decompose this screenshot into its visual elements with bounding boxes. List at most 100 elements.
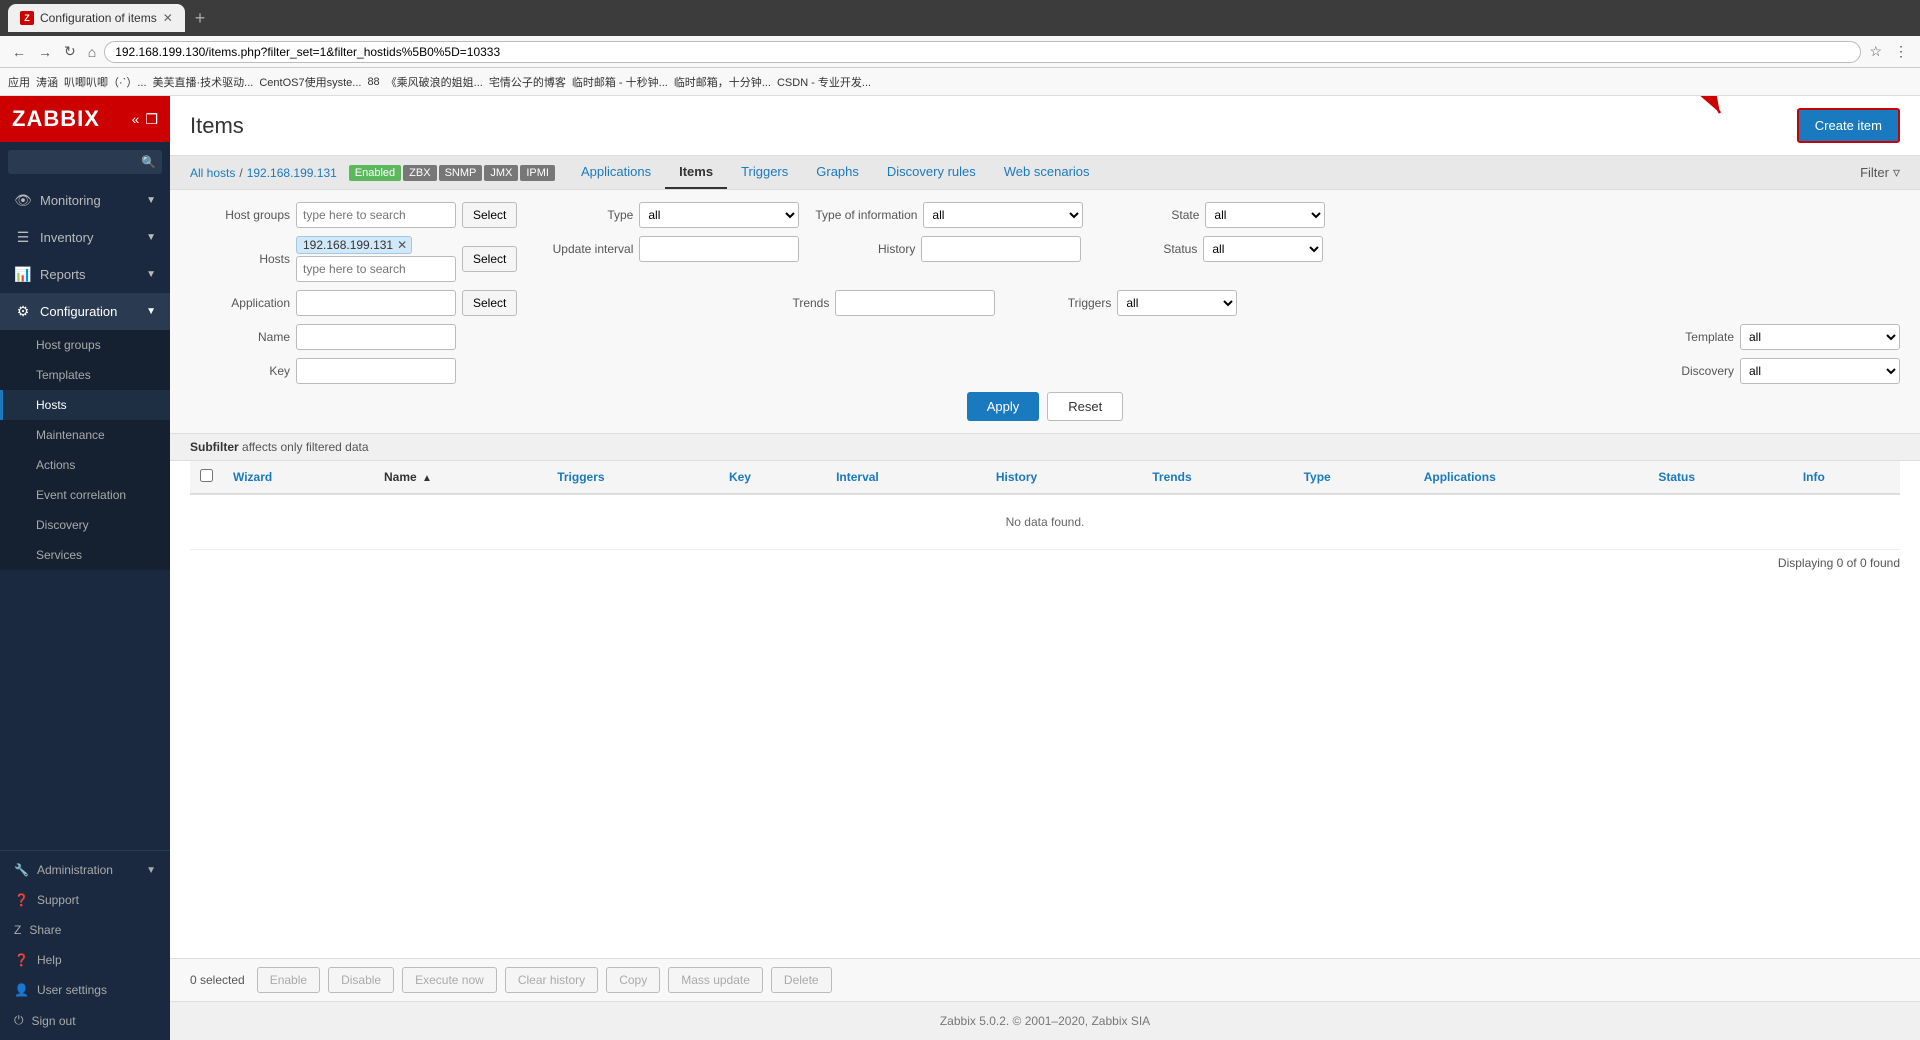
host-groups-select-button[interactable]: Select (462, 202, 517, 228)
sidebar-item-reports[interactable]: 📊 Reports ▼ (0, 256, 170, 293)
bookmark-button[interactable]: ☆ (1865, 41, 1886, 62)
name-input[interactable] (296, 324, 456, 350)
sidebar-search-input[interactable] (8, 150, 162, 174)
logo-text: ZABBIX (12, 106, 100, 132)
enable-button[interactable]: Enable (257, 967, 320, 993)
tab-triggers[interactable]: Triggers (727, 156, 802, 189)
sidebar-item-support[interactable]: ❓ Support (0, 885, 170, 915)
back-button[interactable]: ← (8, 42, 30, 62)
refresh-button[interactable]: ↻ (60, 41, 80, 62)
address-bar[interactable] (104, 41, 1861, 63)
bookmark-1[interactable]: 涛涵 (36, 74, 58, 90)
page-title: Items (190, 113, 244, 139)
copy-button[interactable]: Copy (606, 967, 660, 993)
configuration-icon: ⚙ (14, 303, 32, 320)
tab-discovery-rules[interactable]: Discovery rules (873, 156, 990, 189)
sidebar-item-configuration[interactable]: ⚙ Configuration ▼ (0, 293, 170, 330)
jmx-badge[interactable]: JMX (484, 165, 518, 181)
host-tag-remove[interactable]: ✕ (397, 238, 407, 252)
menu-button[interactable]: ⋮ (1890, 41, 1912, 62)
tab-graphs[interactable]: Graphs (802, 156, 873, 189)
expand-icon[interactable]: ❒ (145, 111, 158, 128)
template-select[interactable]: all (1740, 324, 1900, 350)
trends-input[interactable] (835, 290, 995, 316)
bookmark-8[interactable]: 临时邮箱 - 十秒钟... (572, 74, 668, 90)
browser-chrome: Z Configuration of items ✕ + (0, 0, 1920, 36)
delete-button[interactable]: Delete (771, 967, 832, 993)
bookmark-7[interactable]: 宅情公子的博客 (489, 74, 566, 90)
triggers-select[interactable]: all (1117, 290, 1237, 316)
sidebar-item-sign-out[interactable]: ⏻ Sign out (0, 1005, 170, 1036)
forward-button[interactable]: → (34, 42, 56, 62)
sidebar-item-inventory[interactable]: ☰ Inventory ▼ (0, 219, 170, 256)
sidebar-subitem-event-correlation[interactable]: Event correlation (0, 480, 170, 510)
host-groups-input[interactable] (296, 202, 456, 228)
sidebar-subitem-hosts[interactable]: Hosts (0, 390, 170, 420)
create-item-button[interactable]: Create item (1797, 108, 1900, 143)
clear-history-button[interactable]: Clear history (505, 967, 598, 993)
all-hosts-link[interactable]: All hosts (190, 166, 235, 180)
key-input[interactable] (296, 358, 456, 384)
hosts-select-button[interactable]: Select (462, 246, 517, 272)
reset-button[interactable]: Reset (1047, 392, 1123, 421)
sidebar-subitem-actions[interactable]: Actions (0, 450, 170, 480)
sidebar-subitem-services[interactable]: Services (0, 540, 170, 570)
apply-button[interactable]: Apply (967, 392, 1040, 421)
tab-applications[interactable]: Applications (567, 156, 665, 189)
state-select[interactable]: all (1205, 202, 1325, 228)
bookmark-6[interactable]: 《乘风破浪的姐姐... (386, 74, 483, 90)
tab-web-scenarios[interactable]: Web scenarios (990, 156, 1104, 189)
zbx-badge[interactable]: ZBX (403, 165, 436, 181)
hosts-tags-row: 192.168.199.131 ✕ (296, 236, 456, 254)
subfilter-keyword: Subfilter (190, 440, 239, 454)
status-select[interactable]: all (1203, 236, 1323, 262)
bookmark-3[interactable]: 美芙直播·技术驱动... (153, 74, 254, 90)
sidebar-item-administration[interactable]: 🔧 Administration ▼ (0, 855, 170, 885)
support-icon: ❓ (14, 893, 29, 907)
discovery-select[interactable]: all (1740, 358, 1900, 384)
selected-count: 0 selected (190, 973, 245, 987)
bookmark-9[interactable]: 临时邮箱，十分钟... (674, 74, 771, 90)
sidebar-item-share[interactable]: Z Share (0, 915, 170, 945)
application-input[interactable] (296, 290, 456, 316)
bookmark-5[interactable]: 88 (367, 76, 379, 88)
tab-close-button[interactable]: ✕ (163, 11, 173, 25)
browser-tab[interactable]: Z Configuration of items ✕ (8, 4, 185, 32)
bookmark-2[interactable]: 叭唧叭唧（·ˋ）... (64, 74, 147, 90)
hosts-search-input[interactable] (296, 256, 456, 282)
items-table: Wizard Name ▲ Triggers Key Interval Hist… (190, 461, 1900, 550)
host-link[interactable]: 192.168.199.131 (247, 166, 337, 180)
tabs-bar: All hosts / 192.168.199.131 Enabled ZBX … (170, 156, 1920, 190)
mass-update-button[interactable]: Mass update (668, 967, 763, 993)
new-tab-button[interactable]: + (195, 8, 206, 29)
sidebar-item-monitoring[interactable]: 👁 Monitoring ▼ (0, 182, 170, 219)
bookmark-apps[interactable]: 应用 (8, 74, 30, 90)
filter-group-discovery: Discovery all (1634, 358, 1900, 384)
type-of-info-select[interactable]: all (923, 202, 1083, 228)
bookmark-4[interactable]: CentOS7使用syste... (259, 74, 361, 90)
enabled-badge[interactable]: Enabled (349, 165, 401, 181)
collapse-icon[interactable]: « (132, 111, 140, 128)
sidebar-subitem-templates[interactable]: Templates (0, 360, 170, 390)
sidebar-subitem-host-groups[interactable]: Host groups (0, 330, 170, 360)
execute-now-button[interactable]: Execute now (402, 967, 497, 993)
filter-toggle[interactable]: Filter ▿ (1860, 164, 1900, 181)
history-input[interactable] (921, 236, 1081, 262)
col-name[interactable]: Name ▲ (374, 461, 547, 494)
col-type: Type (1294, 461, 1414, 494)
snmp-badge[interactable]: SNMP (439, 165, 483, 181)
select-all-checkbox[interactable] (200, 469, 213, 482)
update-interval-input[interactable] (639, 236, 799, 262)
sidebar-item-help[interactable]: ❓ Help (0, 945, 170, 975)
bookmark-10[interactable]: CSDN - 专业开发... (777, 74, 871, 90)
tab-items[interactable]: Items (665, 156, 727, 189)
disable-button[interactable]: Disable (328, 967, 394, 993)
application-select-button[interactable]: Select (462, 290, 517, 316)
sidebar-subitem-discovery[interactable]: Discovery (0, 510, 170, 540)
sidebar-subitem-maintenance[interactable]: Maintenance (0, 420, 170, 450)
status-label: Status (1097, 242, 1197, 256)
home-button[interactable]: ⌂ (84, 42, 100, 62)
ipmi-badge[interactable]: IPMI (520, 165, 555, 181)
sidebar-item-user-settings[interactable]: 👤 User settings (0, 975, 170, 1005)
type-select[interactable]: allZabbix agentZabbix agent (active)Simp… (639, 202, 799, 228)
